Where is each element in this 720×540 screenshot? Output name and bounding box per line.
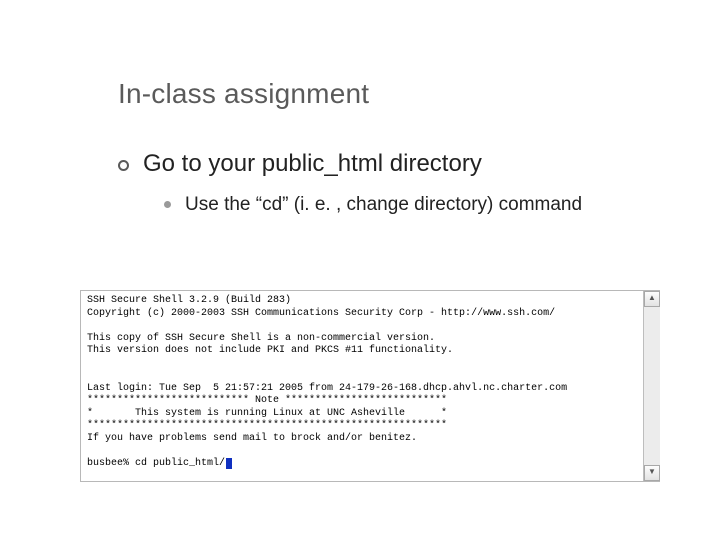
terminal-line: If you have problems send mail to brock … xyxy=(87,433,417,444)
subbullet-text: Use the “cd” (i. e. , change directory) … xyxy=(185,192,582,218)
slide: In-class assignment Go to your public_ht… xyxy=(0,0,720,540)
terminal-output: SSH Secure Shell 3.2.9 (Build 283) Copyr… xyxy=(81,291,643,481)
dot-bullet-icon xyxy=(164,201,171,208)
bullet-level-2: Use the “cd” (i. e. , change directory) … xyxy=(164,192,654,218)
bullet-level-1: Go to your public_html directory xyxy=(118,150,482,178)
terminal-line: *************************** Note *******… xyxy=(87,395,447,406)
scroll-down-button[interactable]: ▼ xyxy=(644,465,660,481)
slide-title: In-class assignment xyxy=(118,78,369,110)
terminal-line: Last login: Tue Sep 5 21:57:21 2005 from… xyxy=(87,383,567,394)
terminal-window: SSH Secure Shell 3.2.9 (Build 283) Copyr… xyxy=(80,290,660,482)
scroll-up-button[interactable]: ▲ xyxy=(644,291,660,307)
terminal-line: * This system is running Linux at UNC As… xyxy=(87,408,447,419)
scrollbar[interactable]: ▲ ▼ xyxy=(643,291,660,481)
terminal-line: Copyright (c) 2000-2003 SSH Communicatio… xyxy=(87,308,555,319)
terminal-prompt-line: busbee% cd public_html/ xyxy=(87,458,225,469)
terminal-line: SSH Secure Shell 3.2.9 (Build 283) xyxy=(87,295,291,306)
bullet-text: Go to your public_html directory xyxy=(143,150,482,178)
terminal-line: This copy of SSH Secure Shell is a non-c… xyxy=(87,333,435,344)
circle-bullet-icon xyxy=(118,160,129,171)
terminal-cursor xyxy=(226,458,232,469)
terminal-line: This version does not include PKI and PK… xyxy=(87,345,453,356)
terminal-line: ****************************************… xyxy=(87,420,447,431)
